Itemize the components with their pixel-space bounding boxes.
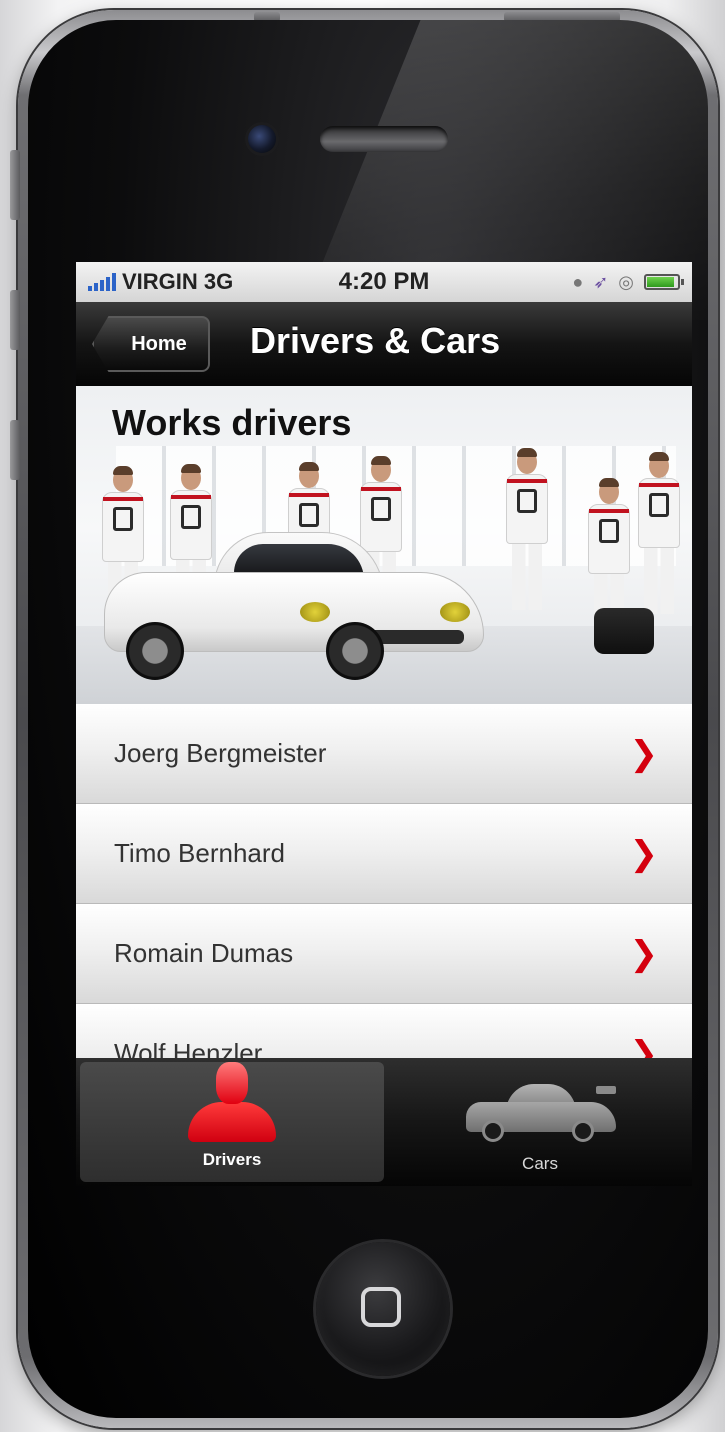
driver-name: Romain Dumas (114, 938, 294, 968)
driver-name: Joerg Bergmeister (114, 738, 327, 768)
navigation-bar: Home Drivers & Cars (76, 302, 692, 386)
tab-bar: Drivers Cars (76, 1058, 692, 1186)
home-back-button[interactable]: Home (92, 316, 210, 372)
page-title: Drivers & Cars (250, 320, 501, 361)
drivers-list: Joerg Bergmeister ❯ Timo Bernhard ❯ Roma… (76, 704, 692, 1058)
chevron-right-icon: ❯ (629, 733, 659, 774)
tab-label: Drivers (202, 1150, 262, 1169)
driver-name: Wolf Henzler (114, 1038, 263, 1058)
person-icon (184, 1062, 280, 1142)
driver-name: Timo Bernhard (114, 838, 285, 868)
front-camera (248, 125, 276, 153)
signal-strength-icon (88, 273, 116, 291)
home-button[interactable] (316, 1242, 450, 1376)
race-car-image (104, 532, 484, 680)
chevron-right-icon: ❯ (629, 1033, 659, 1059)
volume-down-button (10, 420, 20, 480)
driver-figure (636, 452, 682, 614)
works-drivers-banner: Works drivers (76, 386, 692, 704)
tire-stack (594, 608, 654, 654)
earpiece-speaker (320, 126, 448, 152)
carrier-info: VIRGIN 3G (88, 269, 233, 295)
driver-figure (504, 448, 550, 610)
lock-rotation-icon: ● (572, 271, 584, 292)
battery-level (647, 277, 675, 287)
status-icons: ● ➶ ◎ (572, 271, 684, 293)
location-arrow-icon: ➶ (593, 271, 609, 292)
content-scroll-area[interactable]: Works drivers Joerg Bergmeister ❯ Timo B… (76, 386, 692, 1058)
list-item[interactable]: Timo Bernhard ❯ (76, 804, 692, 904)
list-item[interactable]: Wolf Henzler ❯ (76, 1004, 692, 1058)
tab-cars[interactable]: Cars (388, 1058, 692, 1186)
carrier-label: VIRGIN 3G (122, 269, 234, 294)
volume-up-button (10, 290, 20, 350)
app-screen: VIRGIN 3G 4:20 PM ● ➶ ◎ Home Drivers & C… (76, 262, 692, 1186)
list-item[interactable]: Romain Dumas ❯ (76, 904, 692, 1004)
tab-drivers[interactable]: Drivers (80, 1062, 384, 1182)
tab-label: Cars (522, 1154, 558, 1173)
battery-icon (644, 274, 684, 290)
status-bar: VIRGIN 3G 4:20 PM ● ➶ ◎ (76, 262, 692, 302)
home-square-icon (361, 1287, 401, 1327)
car-icon (460, 1076, 620, 1146)
alarm-icon: ◎ (618, 271, 634, 292)
list-item[interactable]: Joerg Bergmeister ❯ (76, 704, 692, 804)
device-mockup: VIRGIN 3G 4:20 PM ● ➶ ◎ Home Drivers & C… (0, 0, 725, 1432)
mute-switch (10, 150, 20, 220)
chevron-right-icon: ❯ (629, 833, 659, 874)
banner-title: Works drivers (112, 402, 352, 443)
chevron-right-icon: ❯ (629, 933, 659, 974)
